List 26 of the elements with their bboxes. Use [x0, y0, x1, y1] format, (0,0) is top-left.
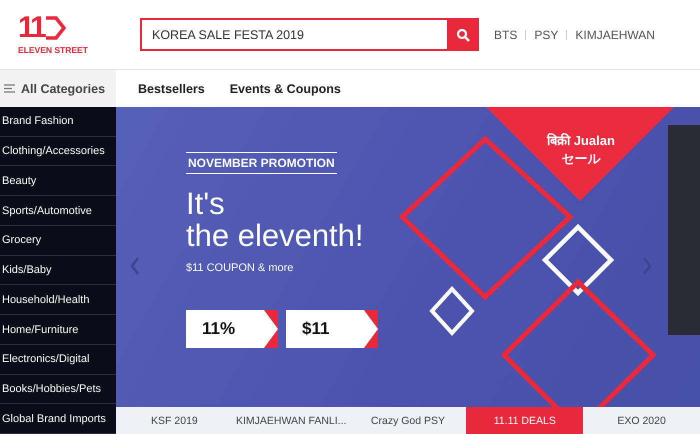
- banner-tab[interactable]: 11.11 DEALS: [466, 407, 584, 434]
- logo-text: ELEVEN STREET: [18, 45, 88, 55]
- menu-icon: [4, 84, 15, 93]
- all-categories-button[interactable]: All Categories: [0, 70, 116, 107]
- nav-link[interactable]: Events & Coupons: [230, 82, 341, 96]
- chevron-icon: [264, 310, 278, 348]
- search-field[interactable]: KOREA SALE FESTA 2019: [140, 18, 447, 51]
- banner-tab[interactable]: KSF 2019: [116, 407, 233, 434]
- promo-headline: It's the eleventh!: [186, 188, 364, 252]
- previous-icon[interactable]: [130, 257, 140, 275]
- promo-badge: NOVEMBER PROMOTION: [186, 152, 337, 174]
- keyword-link[interactable]: PSY: [534, 28, 558, 42]
- chevron-icon: [364, 310, 378, 348]
- keyword-link[interactable]: KIMJAEHWAN: [575, 28, 655, 42]
- promo-subtitle: $11 COUPON & more: [186, 262, 294, 274]
- banner-tab[interactable]: EXO 2020: [583, 407, 700, 434]
- banner-tab[interactable]: KIMJAEHWAN FANLI...: [232, 407, 350, 434]
- next-icon[interactable]: [642, 257, 652, 275]
- promo-banner[interactable]: NOVEMBER PROMOTION It's the eleventh! $11 COUPON & more 11% $11 बिक्री Jualan セール: [116, 107, 700, 407]
- search-button[interactable]: [447, 18, 479, 51]
- sale-text: बिक्री Jualan セール: [546, 132, 616, 168]
- keyword-link[interactable]: BTS: [494, 28, 518, 42]
- nav-link[interactable]: Bestsellers: [138, 82, 205, 96]
- logo-mark[interactable]: 11: [18, 14, 44, 42]
- search-icon: [456, 28, 470, 42]
- banner-tab[interactable]: Crazy God PSY: [350, 407, 466, 434]
